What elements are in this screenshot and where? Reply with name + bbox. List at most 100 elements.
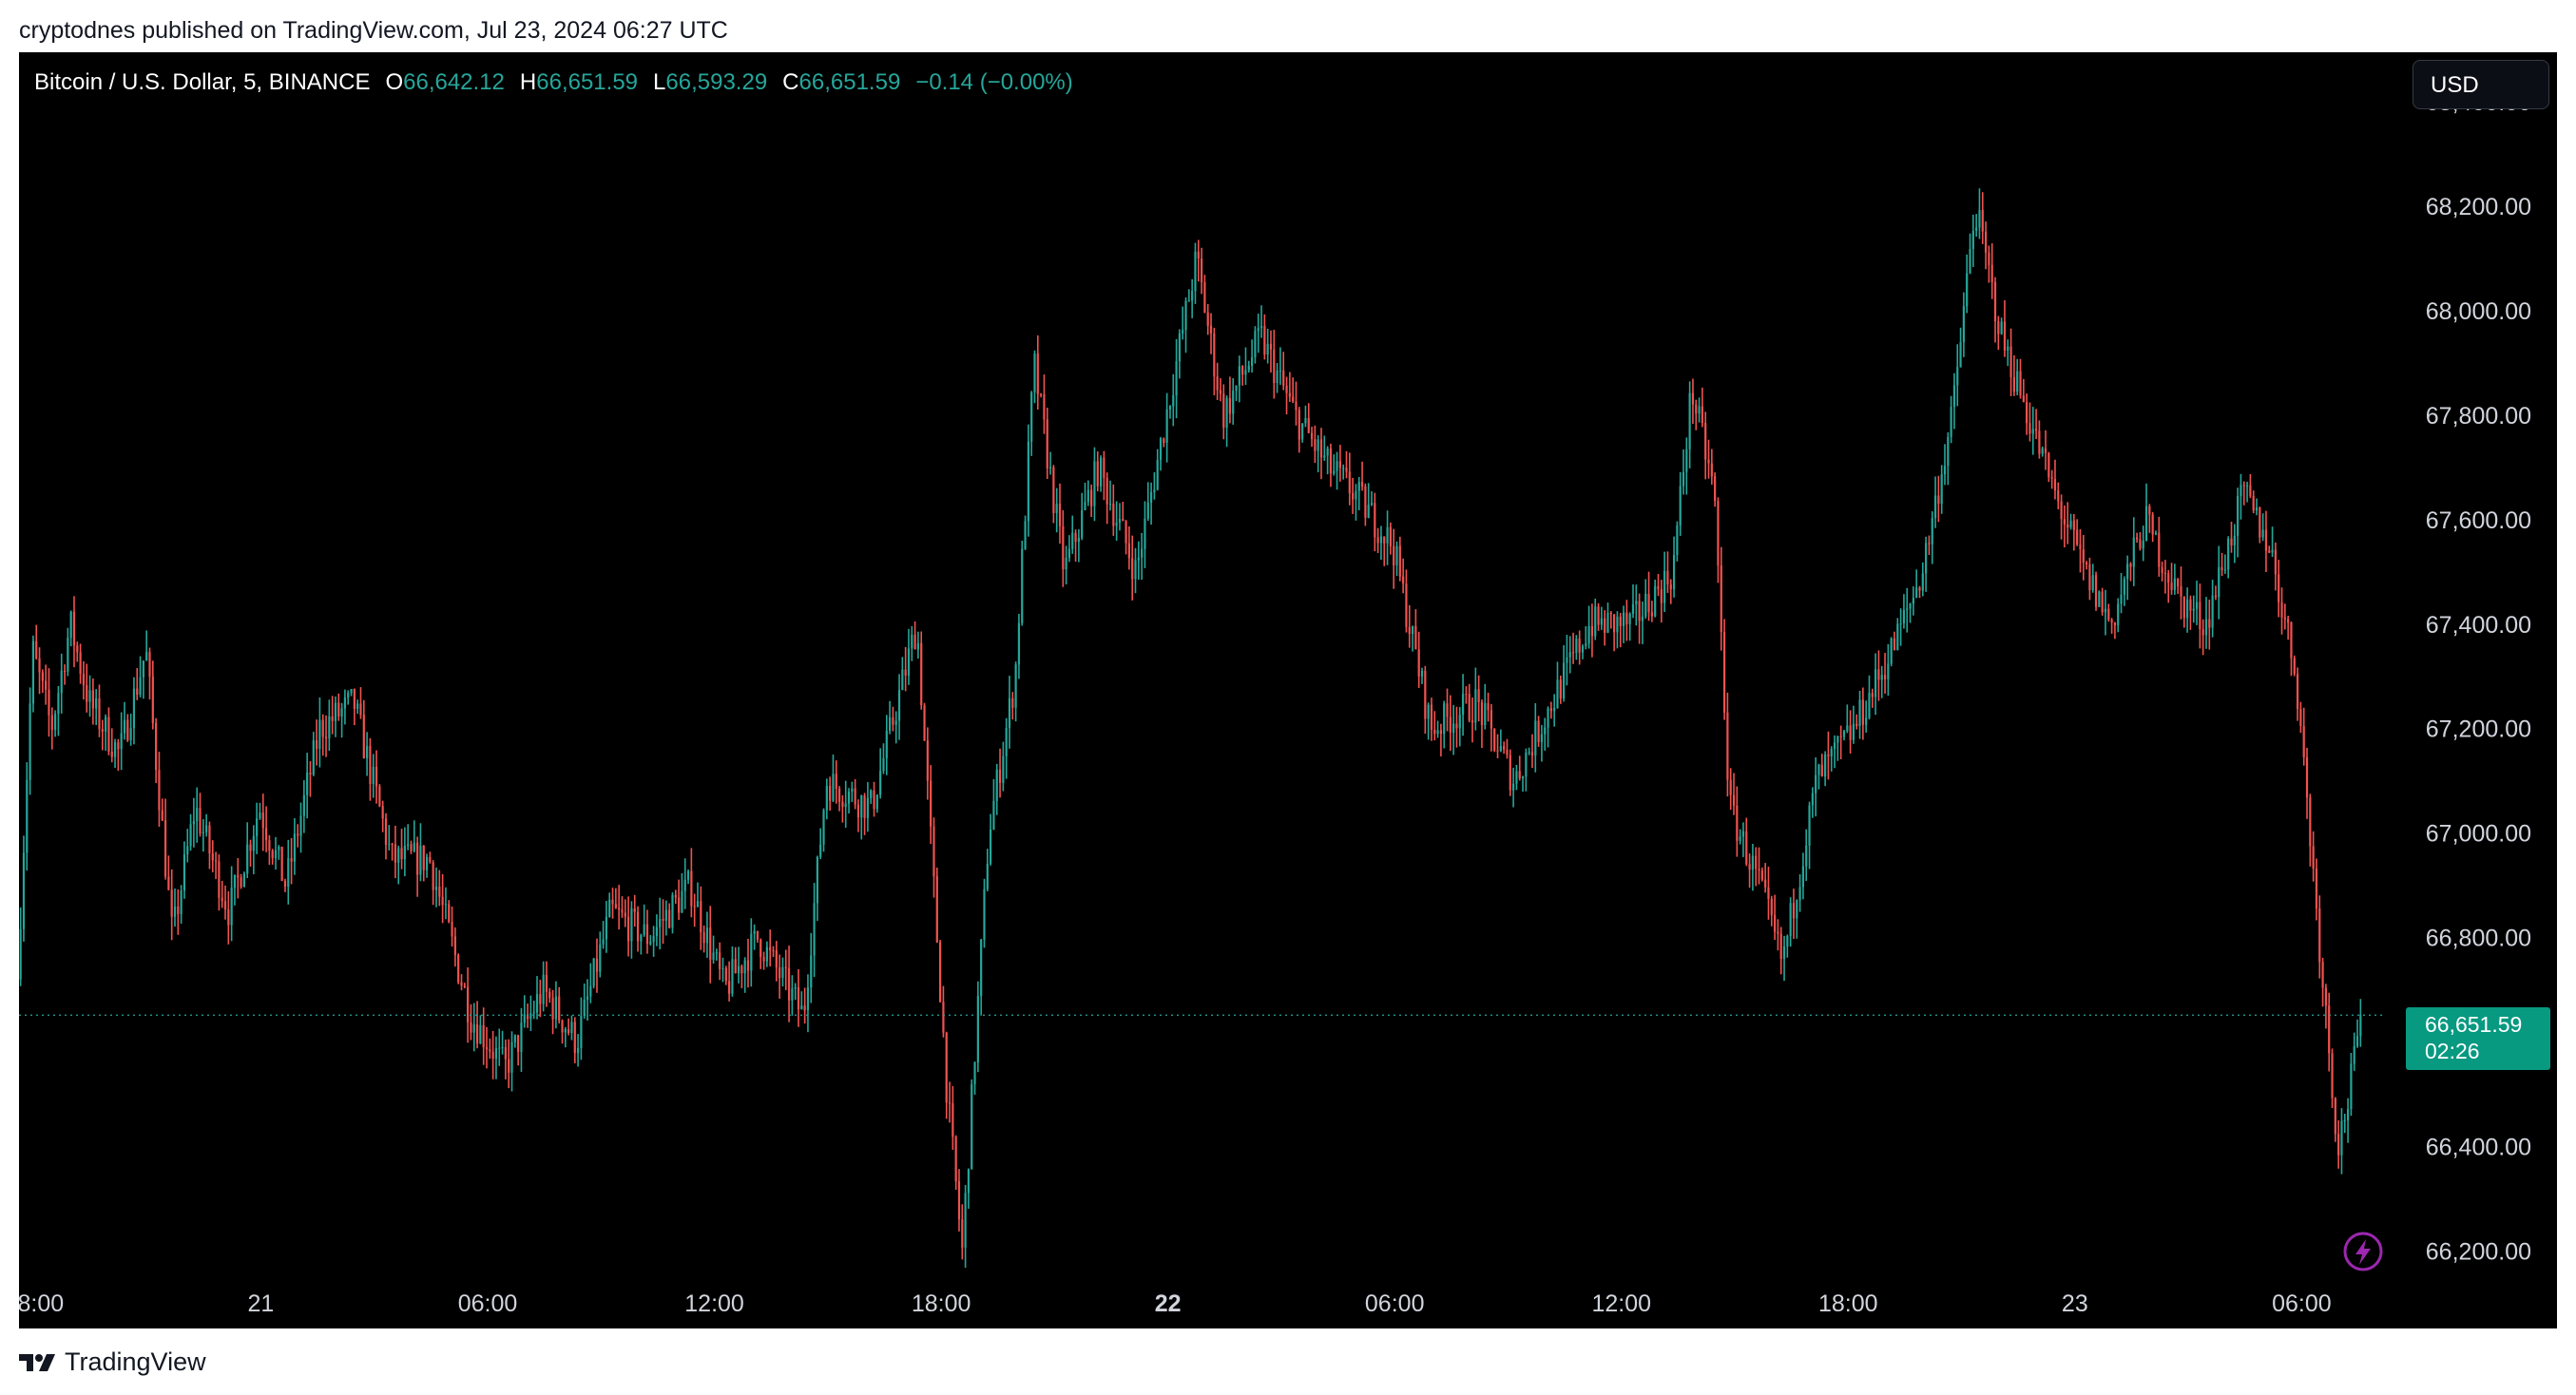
candle-body: [148, 652, 151, 678]
candle-body: [2214, 595, 2218, 598]
bar-countdown: 02:26: [2425, 1039, 2480, 1063]
candle-body: [35, 640, 38, 659]
candle-body: [1729, 779, 1732, 795]
candle-body: [1600, 618, 1603, 625]
candle-body: [416, 842, 419, 875]
candle-body: [523, 1014, 526, 1023]
candle-body: [337, 702, 340, 717]
candle-body: [1993, 281, 1997, 322]
candle-body: [2076, 529, 2079, 545]
candle-body: [1691, 392, 1695, 405]
chart-frame[interactable]: 66,200.0066,400.0066,600.0066,800.0067,0…: [19, 52, 2557, 1328]
y-axis-tick-label: 67,400.00: [2426, 612, 2531, 639]
candle-body: [1338, 461, 1341, 468]
candle-body: [1933, 495, 1937, 519]
candle-body: [1307, 417, 1310, 433]
symbol-title[interactable]: Bitcoin / U.S. Dollar, 5, BINANCE: [34, 69, 370, 96]
candle-body: [2094, 575, 2098, 607]
x-axis-tick-label: 06:00: [458, 1290, 518, 1317]
candle-body: [602, 939, 605, 945]
candle-body: [1858, 699, 1861, 726]
candlestick-chart[interactable]: 66,200.0066,400.0066,600.0066,800.0067,0…: [19, 52, 2557, 1328]
candle-body: [1336, 461, 1338, 471]
candle-body: [1134, 560, 1137, 580]
candle-body: [756, 930, 759, 940]
candle-body: [290, 858, 293, 862]
candle-body: [2034, 429, 2038, 431]
candle-body: [1654, 585, 1657, 617]
candle-body: [1197, 251, 1200, 259]
currency-button[interactable]: USD: [2413, 60, 2549, 109]
candle-body: [1096, 461, 1099, 487]
candle-body: [1364, 486, 1367, 518]
candle-body: [520, 1022, 523, 1052]
candle-body: [463, 985, 466, 987]
candle-body: [366, 745, 369, 758]
candle-body: [340, 708, 343, 717]
candle-body: [467, 986, 470, 1022]
candle-body: [1962, 306, 1965, 342]
candle-body: [1213, 333, 1216, 377]
candle-body: [350, 689, 353, 694]
candle-body: [429, 856, 432, 863]
y-axis-tick-label: 67,600.00: [2426, 507, 2531, 534]
candle-body: [214, 860, 218, 862]
candle-body: [489, 1049, 491, 1052]
candle-body: [1484, 702, 1487, 726]
candle-body: [475, 1023, 479, 1044]
candle-body: [1395, 545, 1398, 565]
candle-body: [1288, 392, 1291, 397]
candle-body: [375, 766, 378, 787]
candle-body: [2019, 371, 2022, 396]
candle-body: [945, 1032, 948, 1103]
candle-body: [1966, 273, 1969, 307]
candle-body: [961, 1219, 964, 1248]
candle-body: [605, 916, 608, 940]
candle-body: [1530, 752, 1534, 756]
candle-body: [976, 996, 979, 1063]
candle-body: [904, 669, 907, 676]
candle-body: [1571, 652, 1575, 654]
candle-body: [2009, 346, 2012, 377]
candle-body: [759, 939, 762, 958]
candle-body: [2255, 507, 2259, 511]
candle-body: [1314, 439, 1317, 451]
candle-body: [621, 909, 624, 913]
candle-body: [353, 689, 356, 709]
candle-body: [155, 722, 158, 771]
candle-body: [693, 906, 696, 908]
candle-body: [1244, 370, 1247, 375]
last-price-tag: 66,651.59 02:26: [2406, 1007, 2550, 1070]
candle-body: [2082, 549, 2085, 564]
candle-body: [2091, 575, 2094, 591]
candle-body: [1714, 476, 1717, 502]
candle-body: [561, 1020, 564, 1033]
footer-brand[interactable]: TradingView: [19, 1347, 206, 1377]
candle-body: [472, 1023, 475, 1033]
candle-body: [1515, 771, 1518, 784]
candle-body: [126, 719, 129, 741]
candle-body: [1298, 410, 1300, 440]
candle-body: [1801, 866, 1805, 888]
candle-body: [664, 909, 667, 921]
candle-body: [1521, 776, 1525, 779]
candle-body: [302, 794, 305, 816]
candle-body: [491, 1051, 494, 1060]
candle-body: [645, 924, 649, 945]
candle-body: [1685, 449, 1688, 472]
candle-body: [1408, 626, 1411, 635]
candle-body: [384, 818, 388, 846]
candle-body: [1736, 805, 1739, 841]
candle-body: [2290, 622, 2293, 659]
candle-body: [1024, 521, 1027, 549]
candle-body: [1906, 608, 1909, 610]
candle-body: [1943, 466, 1947, 475]
candle-body: [2148, 506, 2151, 515]
candle-body: [422, 845, 425, 870]
lightning-bolt-icon[interactable]: [2342, 1231, 2384, 1272]
candle-body: [709, 927, 712, 961]
candle-body: [113, 742, 117, 757]
candle-body: [1191, 291, 1194, 301]
candle-body: [678, 897, 681, 913]
candle-body: [1033, 354, 1036, 393]
